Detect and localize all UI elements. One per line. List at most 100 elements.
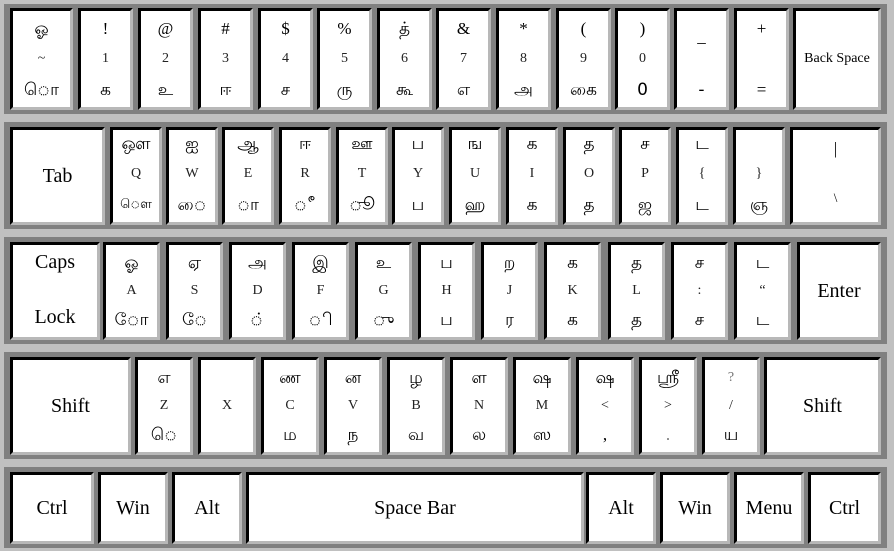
key-tilde[interactable]: ஓ ~ ொ (10, 8, 73, 110)
key-label: Space Bar (374, 496, 456, 519)
key-slash[interactable]: ? / ய (702, 357, 760, 455)
key-2[interactable]: @ 2 உ (138, 8, 193, 110)
key-i[interactable]: க I க (506, 127, 558, 225)
key-shift-left[interactable]: Shift (10, 357, 131, 455)
key-shift-char: ஷ (532, 368, 552, 388)
key-menu[interactable]: Menu (734, 472, 804, 544)
key-f[interactable]: இ F ி (292, 242, 349, 340)
key-p[interactable]: ச P ஜ (619, 127, 671, 225)
key-latin-char: R (300, 166, 310, 181)
key-right-bracket[interactable]: } ஞ (733, 127, 785, 225)
key-semicolon[interactable]: ச : ச (671, 242, 728, 340)
key-7[interactable]: & 7 எ (436, 8, 491, 110)
key-latin-char: : (697, 283, 702, 298)
key-k[interactable]: க K க (544, 242, 601, 340)
key-tamil-char: - (698, 80, 705, 100)
key-minus[interactable]: _ - (674, 8, 729, 110)
key-6[interactable]: த் 6 கூ (377, 8, 432, 110)
key-latin-char: 8 (520, 51, 527, 66)
key-win-left[interactable]: Win (98, 472, 168, 544)
key-left-bracket[interactable]: ட { ட (676, 127, 728, 225)
key-n[interactable]: ள N ல (450, 357, 508, 455)
key-shift-char: ழ (409, 368, 423, 388)
key-v[interactable]: ன V ந (324, 357, 382, 455)
key-tamil-char: அ (514, 80, 533, 100)
key-y[interactable]: ப Y ப (392, 127, 444, 225)
key-x[interactable]: X (198, 357, 256, 455)
key-e[interactable]: ஆ E ா (222, 127, 274, 225)
key-latin-char: V (347, 398, 359, 413)
key-tab[interactable]: Tab (10, 127, 105, 225)
key-q[interactable]: ஔ Q ௌ (110, 127, 162, 225)
key-latin-char: T (357, 166, 367, 181)
key-j[interactable]: ற J ர (481, 242, 538, 340)
key-alt-right[interactable]: Alt (586, 472, 656, 544)
key-g[interactable]: உ G ு (355, 242, 412, 340)
key-label: Alt (608, 496, 634, 519)
key-space-bar[interactable]: Space Bar (246, 472, 584, 544)
key-latin-char: 6 (401, 51, 408, 66)
key-u[interactable]: ங U ஹ (449, 127, 501, 225)
key-a[interactable]: ஓ A ோ (103, 242, 160, 340)
key-enter[interactable]: Enter (797, 242, 881, 340)
key-tamil-char: ந (347, 425, 359, 445)
key-period[interactable]: ஸ்ரீ > . (639, 357, 697, 455)
key-latin-char: B (411, 398, 421, 413)
key-backspace[interactable]: Back Space (793, 8, 881, 110)
key-tamil-char: ஹ (464, 195, 486, 215)
key-shift-char: த (630, 253, 643, 273)
key-tamil-char: கூ (395, 80, 414, 100)
key-z[interactable]: எ Z ெ (135, 357, 193, 455)
key-8[interactable]: * 8 அ (496, 8, 551, 110)
key-b[interactable]: ழ B வ (387, 357, 445, 455)
key-equals[interactable]: + = (734, 8, 789, 110)
key-alt-left[interactable]: Alt (172, 472, 242, 544)
key-3[interactable]: # 3 ஈ (198, 8, 253, 110)
key-t[interactable]: ஊ T ூ (336, 127, 388, 225)
key-m[interactable]: ஷ M ஸ (513, 357, 571, 455)
key-h[interactable]: ப H ப (418, 242, 475, 340)
key-s[interactable]: ஏ S ே (166, 242, 223, 340)
key-shift-char: | (833, 139, 838, 158)
key-4[interactable]: $ 4 ச (258, 8, 313, 110)
key-label-line1: Caps (35, 251, 75, 273)
key-tamil-char: ட (695, 195, 709, 215)
key-tamil-char: ீ (293, 195, 317, 215)
keyboard-row-number: ஓ ~ ொ ! 1 க @ 2 உ # 3 ஈ $ 4 ச % 5 ரு த் … (4, 4, 887, 114)
key-comma[interactable]: ஷ < , (576, 357, 634, 455)
key-w[interactable]: ஐ W ை (166, 127, 218, 225)
key-latin-char: > (664, 398, 672, 413)
key-9[interactable]: ( 9 கை (556, 8, 611, 110)
key-ctrl-left[interactable]: Ctrl (10, 472, 94, 544)
key-shift-char: * (519, 19, 528, 38)
key-latin-char: A (126, 283, 137, 298)
key-o[interactable]: த O த (563, 127, 615, 225)
key-label: Menu (745, 496, 793, 519)
key-latin-char: U (469, 166, 481, 181)
key-latin-char: { (698, 166, 706, 181)
key-ctrl-right[interactable]: Ctrl (808, 472, 881, 544)
key-0[interactable]: ) 0 0 (615, 8, 670, 110)
key-backslash[interactable]: | \ (790, 127, 881, 225)
key-tamil-char: க (526, 195, 538, 215)
key-quote[interactable]: ட “ ட (734, 242, 791, 340)
key-shift-char: ஓ (124, 253, 139, 273)
key-shift-right[interactable]: Shift (764, 357, 881, 455)
key-win-right[interactable]: Win (660, 472, 730, 544)
key-tamil-char: ௌ (120, 197, 152, 212)
key-base-char: , (602, 425, 608, 444)
key-shift-char: # (221, 19, 230, 38)
key-tamil-char: ஈ (219, 80, 232, 100)
key-latin-char: G (378, 283, 389, 298)
key-1[interactable]: ! 1 க (78, 8, 133, 110)
key-l[interactable]: த L த (608, 242, 665, 340)
key-5[interactable]: % 5 ரு (317, 8, 372, 110)
key-tamil-char: த (630, 310, 643, 330)
key-caps-lock[interactable]: Caps Lock (10, 242, 100, 340)
key-r[interactable]: ஈ R ீ (279, 127, 331, 225)
key-d[interactable]: அ D ் (229, 242, 286, 340)
key-base-char: . (665, 425, 671, 444)
key-tamil-char: = (756, 80, 767, 99)
key-shift-char: உ (375, 253, 392, 273)
key-c[interactable]: ண C ம (261, 357, 319, 455)
